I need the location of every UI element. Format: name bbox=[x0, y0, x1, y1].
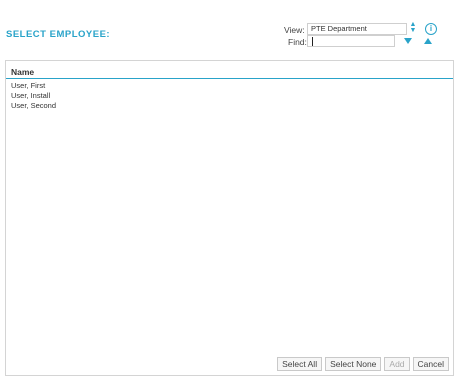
page-title: SELECT EMPLOYEE: bbox=[6, 29, 111, 40]
view-select[interactable]: PTE Department bbox=[307, 23, 407, 35]
text-caret bbox=[312, 37, 313, 46]
list-header: Name bbox=[6, 61, 453, 79]
list-item[interactable]: User, Second bbox=[6, 101, 453, 111]
view-label: View: bbox=[284, 25, 305, 35]
info-icon[interactable]: i bbox=[425, 23, 437, 35]
caret-up-icon[interactable] bbox=[424, 38, 432, 44]
select-all-button[interactable]: Select All bbox=[277, 357, 323, 371]
list-item[interactable]: User, First bbox=[6, 81, 453, 91]
list-item[interactable]: User, Install bbox=[6, 91, 453, 101]
employee-list: User, First User, Install User, Second bbox=[6, 81, 453, 111]
cancel-button[interactable]: Cancel bbox=[412, 357, 449, 371]
employee-list-panel: Name User, First User, Install User, Sec… bbox=[5, 60, 454, 376]
add-button[interactable]: Add bbox=[384, 357, 410, 371]
button-bar: Select All Select None Add Cancel bbox=[277, 357, 449, 371]
column-header-name[interactable]: Name bbox=[11, 67, 34, 77]
find-input[interactable] bbox=[307, 35, 395, 47]
find-label: Find: bbox=[288, 37, 307, 47]
select-none-button[interactable]: Select None bbox=[325, 357, 382, 371]
caret-down-icon[interactable] bbox=[404, 38, 412, 44]
sort-arrows-icon[interactable]: ▲ ▼ bbox=[407, 21, 419, 36]
